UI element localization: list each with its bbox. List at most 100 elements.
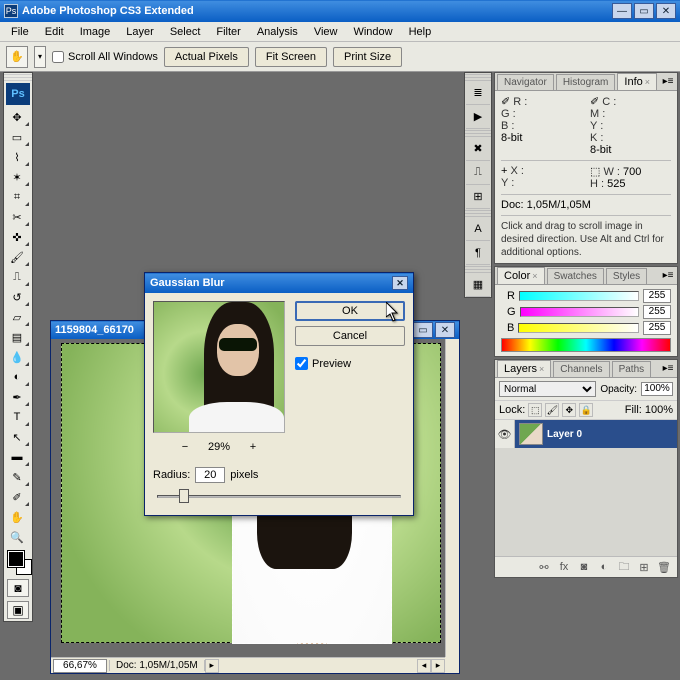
zoom-field[interactable]: 66,67% xyxy=(53,659,107,673)
b-slider[interactable] xyxy=(518,323,639,333)
info-panel-menu-icon[interactable]: ▸≡ xyxy=(661,75,675,87)
zoom-out-icon[interactable]: − xyxy=(176,439,194,455)
doc-maximize-button[interactable]: ▭ xyxy=(413,322,433,338)
shape-tool-icon[interactable]: ▬ xyxy=(4,447,30,467)
dock-para-icon[interactable]: ¶ xyxy=(466,241,490,265)
menu-filter[interactable]: Filter xyxy=(209,24,247,40)
menu-select[interactable]: Select xyxy=(163,24,208,40)
cancel-button[interactable]: Cancel xyxy=(295,326,405,346)
dock-brushes-icon[interactable]: ✖ xyxy=(466,137,490,161)
color-panel-menu-icon[interactable]: ▸≡ xyxy=(661,269,675,281)
preview-checkbox[interactable]: Preview xyxy=(295,357,405,370)
r-slider[interactable] xyxy=(519,291,639,301)
fit-screen-button[interactable]: Fit Screen xyxy=(255,47,327,67)
eyedropper-icon[interactable]: ✐ xyxy=(4,487,30,507)
blur-preview-image[interactable] xyxy=(153,301,285,433)
quick-mask-icon[interactable]: ◙ xyxy=(7,579,29,597)
doc-info-menu-icon[interactable]: ▸ xyxy=(205,659,219,673)
toolbox-grip[interactable] xyxy=(4,73,32,81)
radius-input[interactable] xyxy=(195,467,225,483)
menu-image[interactable]: Image xyxy=(73,24,118,40)
hand-tool-tb-icon[interactable]: ✋ xyxy=(4,507,30,527)
history-brush-icon[interactable]: ↺ xyxy=(4,287,30,307)
pen-tool-icon[interactable]: ✒ xyxy=(4,387,30,407)
hscroll-right-icon[interactable]: ▸ xyxy=(431,659,445,673)
ok-button[interactable]: OK xyxy=(295,301,405,321)
menu-help[interactable]: Help xyxy=(402,24,439,40)
adjustment-layer-icon[interactable]: ◐ xyxy=(595,559,613,575)
actual-pixels-button[interactable]: Actual Pixels xyxy=(164,47,249,67)
foreground-color-swatch[interactable] xyxy=(8,551,24,567)
dialog-close-button[interactable]: ✕ xyxy=(392,276,408,290)
layer-visibility-icon[interactable]: 👁 xyxy=(495,420,515,448)
notes-tool-icon[interactable]: ✎ xyxy=(4,467,30,487)
dock-grip[interactable] xyxy=(465,73,491,81)
dock-char-icon[interactable]: A xyxy=(466,217,490,241)
path-select-icon[interactable]: ↖ xyxy=(4,427,30,447)
lasso-tool-icon[interactable]: ⌇ xyxy=(4,147,30,167)
crop-tool-icon[interactable]: ⌗ xyxy=(4,187,30,207)
color-swatches[interactable] xyxy=(4,547,32,577)
lock-position-icon[interactable]: ✥ xyxy=(562,403,576,417)
tab-paths[interactable]: Paths xyxy=(612,361,652,377)
menu-edit[interactable]: Edit xyxy=(38,24,71,40)
dock-clone-icon[interactable]: ⎍ xyxy=(466,161,490,185)
lock-paint-icon[interactable]: 🖌 xyxy=(545,403,559,417)
maximize-button[interactable]: ▭ xyxy=(634,3,654,19)
brush-tool-icon[interactable]: 🖌 xyxy=(4,247,30,267)
doc-close-button[interactable]: ✕ xyxy=(435,322,455,338)
layer-name[interactable]: Layer 0 xyxy=(547,429,582,440)
slider-thumb[interactable] xyxy=(179,489,189,503)
screen-mode-icon[interactable]: ▣ xyxy=(7,601,29,619)
preview-checkbox-input[interactable] xyxy=(295,357,308,370)
layer-style-icon[interactable]: fx xyxy=(555,559,573,575)
tab-navigator[interactable]: Navigator xyxy=(497,74,554,90)
slice-tool-icon[interactable]: ✂ xyxy=(4,207,30,227)
fill-value[interactable]: 100% xyxy=(645,404,673,416)
group-icon[interactable]: 🗀 xyxy=(615,559,633,575)
dodge-tool-icon[interactable]: ◐ xyxy=(4,367,30,387)
hand-tool-icon[interactable]: ✋ xyxy=(6,46,28,68)
b-value[interactable]: 255 xyxy=(643,321,671,335)
radius-slider[interactable] xyxy=(157,487,401,505)
gradient-tool-icon[interactable]: ▤ xyxy=(4,327,30,347)
lock-all-icon[interactable]: 🔒 xyxy=(579,403,593,417)
eraser-tool-icon[interactable]: ▱ xyxy=(4,307,30,327)
hscroll-left-icon[interactable]: ◂ xyxy=(417,659,431,673)
vertical-scrollbar[interactable] xyxy=(445,339,459,657)
tab-info[interactable]: Info× xyxy=(617,73,657,90)
tab-histogram[interactable]: Histogram xyxy=(556,74,616,90)
print-size-button[interactable]: Print Size xyxy=(333,47,402,67)
menu-view[interactable]: View xyxy=(307,24,345,40)
minimize-button[interactable]: — xyxy=(612,3,632,19)
tab-color[interactable]: Color× xyxy=(497,267,545,284)
tab-channels[interactable]: Channels xyxy=(553,361,609,377)
zoom-tool-icon[interactable]: 🔍 xyxy=(4,527,30,547)
doc-info-text[interactable]: Doc: 1,05M/1,05M xyxy=(109,660,205,671)
wand-tool-icon[interactable]: ✶ xyxy=(4,167,30,187)
dock-actions-icon[interactable]: ▶ xyxy=(466,105,490,129)
delete-layer-icon[interactable]: 🗑 xyxy=(655,559,673,575)
layer-thumbnail[interactable] xyxy=(519,423,543,445)
move-tool-icon[interactable]: ✥ xyxy=(4,107,30,127)
menu-window[interactable]: Window xyxy=(346,24,399,40)
layer-row[interactable]: 👁 Layer 0 xyxy=(495,420,677,448)
zoom-in-icon[interactable]: + xyxy=(244,439,262,455)
dock-presets-icon[interactable]: ⊞ xyxy=(466,185,490,209)
menu-layer[interactable]: Layer xyxy=(119,24,161,40)
marquee-tool-icon[interactable]: ▭ xyxy=(4,127,30,147)
layer-mask-icon[interactable]: ◙ xyxy=(575,559,593,575)
layers-panel-menu-icon[interactable]: ▸≡ xyxy=(661,362,675,374)
link-layers-icon[interactable]: ⚯ xyxy=(535,559,553,575)
blend-mode-select[interactable]: Normal xyxy=(499,381,596,397)
blur-tool-icon[interactable]: 💧 xyxy=(4,347,30,367)
r-value[interactable]: 255 xyxy=(643,289,671,303)
tab-styles[interactable]: Styles xyxy=(606,268,647,284)
stamp-tool-icon[interactable]: ⎍ xyxy=(4,267,30,287)
tab-layers[interactable]: Layers× xyxy=(497,360,551,377)
dialog-titlebar[interactable]: Gaussian Blur ✕ xyxy=(145,273,413,293)
g-value[interactable]: 255 xyxy=(643,305,671,319)
type-tool-icon[interactable]: T xyxy=(4,407,30,427)
menu-analysis[interactable]: Analysis xyxy=(250,24,305,40)
new-layer-icon[interactable]: ⊞ xyxy=(635,559,653,575)
